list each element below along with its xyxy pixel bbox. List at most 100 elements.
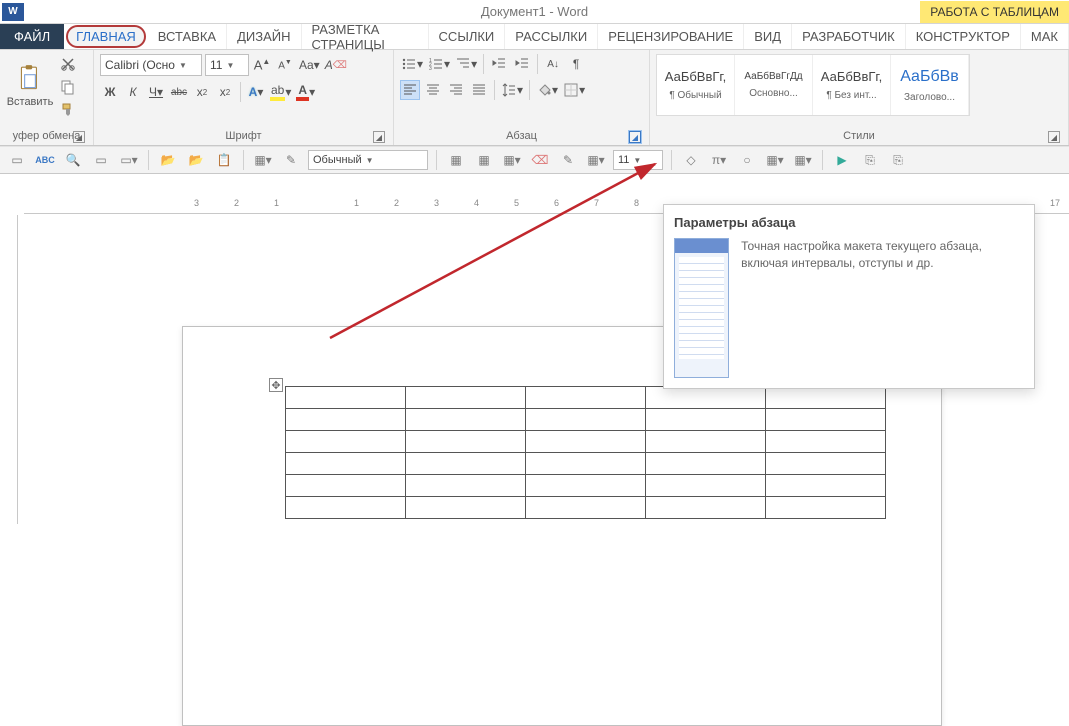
tab-review[interactable]: РЕЦЕНЗИРОВАНИЕ [598, 24, 744, 49]
clipboard-group-label: уфер обмена [13, 130, 81, 142]
underline-button[interactable]: Ч▾ [146, 82, 166, 102]
cut-button[interactable] [58, 54, 78, 74]
clear-formatting-button[interactable]: A⌫ [324, 55, 348, 75]
style-heading1[interactable]: АаБбВвЗаголово... [891, 55, 969, 115]
tooltip-thumbnail [674, 238, 729, 378]
styles-group-label: Стили [843, 130, 875, 142]
tab-references[interactable]: ССЫЛКИ [429, 24, 506, 49]
font-launcher[interactable]: ◢ [373, 131, 385, 143]
copy-button[interactable] [58, 77, 78, 97]
change-case-button[interactable]: Aa▾ [298, 55, 321, 75]
qb-insert-rows-icon[interactable]: ▦ [445, 149, 467, 171]
qb-open-icon[interactable]: 📂 [157, 149, 179, 171]
qb-macro-icon[interactable]: ⎘ [887, 149, 909, 171]
style-gallery[interactable]: АаБбВвГг,¶ Обычный АаБбВвГгДдОсновно... … [656, 54, 970, 116]
table-row[interactable] [286, 387, 886, 409]
qb-open2-icon[interactable]: 📂 [185, 149, 207, 171]
bold-button[interactable]: Ж [100, 82, 120, 102]
line-spacing-button[interactable]: ▾ [500, 80, 524, 100]
style-body-text[interactable]: АаБбВвГгДдОсновно... [735, 55, 813, 115]
highlight-button[interactable]: ab▾ [269, 82, 292, 102]
table-row[interactable] [286, 475, 886, 497]
text-effects-button[interactable]: A▾ [246, 82, 266, 102]
table-move-handle[interactable]: ✥ [269, 378, 283, 392]
qb-flag-icon[interactable]: ▶ [831, 149, 853, 171]
document-table[interactable] [285, 386, 886, 519]
qb-shape-icon[interactable]: ◇ [680, 149, 702, 171]
qb-layout-icon[interactable]: ▦▾ [764, 149, 786, 171]
qb-scale1-icon[interactable]: ▭ [90, 149, 112, 171]
tab-view[interactable]: ВИД [744, 24, 792, 49]
qb-circle-icon[interactable]: ○ [736, 149, 758, 171]
table-row[interactable] [286, 453, 886, 475]
subscript-button[interactable]: x2 [192, 82, 212, 102]
shading-button[interactable]: ▾ [535, 80, 559, 100]
tab-mailings[interactable]: РАССЫЛКИ [505, 24, 598, 49]
borders-button[interactable]: ▾ [562, 80, 586, 100]
multilevel-list-button[interactable]: ▾ [454, 54, 478, 74]
qb-spelling-icon[interactable]: ABC [34, 149, 56, 171]
increase-indent-button[interactable] [512, 54, 532, 74]
qb-new-icon[interactable]: ▭ [6, 149, 28, 171]
qb-paste-icon[interactable]: 📋 [213, 149, 235, 171]
qb-size-combo[interactable]: 11▼ [613, 150, 663, 170]
style-normal[interactable]: АаБбВвГг,¶ Обычный [657, 55, 735, 115]
scissors-icon [60, 56, 76, 72]
borders-icon [563, 82, 579, 98]
word-app-icon: W [2, 3, 24, 21]
styles-launcher[interactable]: ◢ [1048, 131, 1060, 143]
tab-insert[interactable]: ВСТАВКА [148, 24, 227, 49]
qb-eraser-icon[interactable]: ⌫ [529, 149, 551, 171]
qb-scale2-icon[interactable]: ▭▾ [118, 149, 140, 171]
align-right-button[interactable] [446, 80, 466, 100]
paste-button[interactable]: Вставить [6, 54, 54, 118]
qb-insert-cols-icon[interactable]: ▦ [473, 149, 495, 171]
style-no-spacing[interactable]: АаБбВвГг,¶ Без инт... [813, 55, 891, 115]
format-painter-button[interactable] [58, 100, 78, 120]
font-size-combo[interactable]: 11▼ [205, 54, 249, 76]
paragraph-launcher[interactable]: ◢ [629, 131, 641, 143]
qb-borders2-icon[interactable]: ▦▾ [585, 149, 607, 171]
table-row[interactable] [286, 409, 886, 431]
qb-pencil-icon[interactable]: ✎ [557, 149, 579, 171]
qb-preview-icon[interactable]: 🔍 [62, 149, 84, 171]
qb-draw-table-icon[interactable]: ✎ [280, 149, 302, 171]
tab-table-design[interactable]: КОНСТРУКТОР [906, 24, 1021, 49]
qb-style-combo[interactable]: Обычный▼ [308, 150, 428, 170]
tab-file[interactable]: ФАЙЛ [0, 24, 64, 49]
font-color-button[interactable]: A▾ [295, 82, 316, 102]
sort-button[interactable]: А↓ [543, 54, 563, 74]
align-center-button[interactable] [423, 80, 443, 100]
tab-page-layout[interactable]: РАЗМЕТКА СТРАНИЦЫ [302, 24, 429, 49]
clipboard-launcher[interactable]: ◢ [73, 131, 85, 143]
strikethrough-button[interactable]: abc [169, 82, 189, 102]
chevron-down-icon: ▼ [226, 61, 234, 70]
font-name-combo[interactable]: Calibri (Осно▼ [100, 54, 202, 76]
qb-table-icon[interactable]: ▦▾ [252, 149, 274, 171]
contextual-tab-table-tools[interactable]: РАБОТА С ТАБЛИЦАМ [920, 1, 1069, 23]
paragraph-settings-tooltip: Параметры абзаца Точная настройка макета… [663, 204, 1035, 389]
qb-eqn-icon[interactable]: π▾ [708, 149, 730, 171]
justify-button[interactable] [469, 80, 489, 100]
tab-table-layout[interactable]: МАК [1021, 24, 1069, 49]
tooltip-title: Параметры абзаца [674, 215, 1024, 230]
qb-field-icon[interactable]: ⎘ [859, 149, 881, 171]
tab-design[interactable]: ДИЗАЙН [227, 24, 301, 49]
decrease-indent-button[interactable] [489, 54, 509, 74]
tab-developer[interactable]: РАЗРАБОТЧИК [792, 24, 906, 49]
qb-merge-icon[interactable]: ▦▾ [501, 149, 523, 171]
table-row[interactable] [286, 431, 886, 453]
show-marks-button[interactable]: ¶ [566, 54, 586, 74]
table-row[interactable] [286, 497, 886, 519]
tab-home[interactable]: ГЛАВНАЯ [66, 25, 146, 48]
italic-button[interactable]: К [123, 82, 143, 102]
numbering-button[interactable]: 123▾ [427, 54, 451, 74]
grow-font-button[interactable]: A▲ [252, 55, 272, 75]
vertical-ruler[interactable] [0, 215, 18, 524]
bullets-button[interactable]: ▾ [400, 54, 424, 74]
superscript-button[interactable]: x2 [215, 82, 235, 102]
shrink-font-button[interactable]: A▼ [275, 55, 295, 75]
align-left-button[interactable] [400, 80, 420, 100]
indent-icon [514, 56, 530, 72]
qb-props-icon[interactable]: ▦▾ [792, 149, 814, 171]
